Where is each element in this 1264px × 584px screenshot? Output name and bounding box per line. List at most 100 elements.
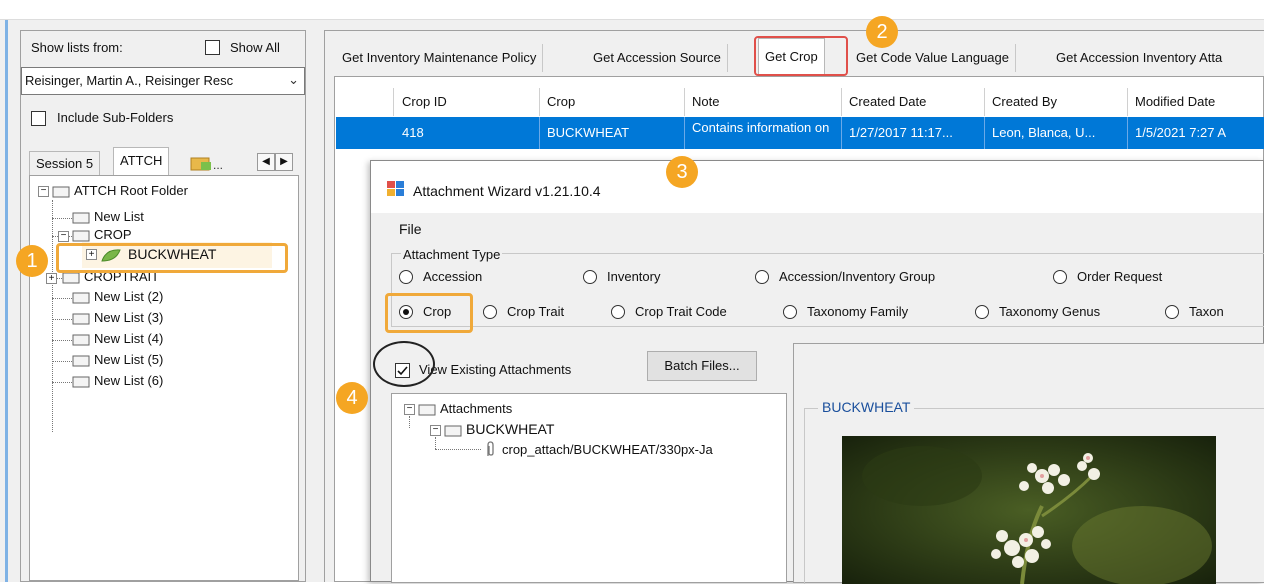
buckwheat-highlight-box bbox=[56, 243, 288, 273]
menu-file[interactable]: File bbox=[399, 221, 422, 237]
radio-accession-label: Accession bbox=[423, 269, 483, 284]
radio-order-request[interactable] bbox=[1053, 270, 1067, 284]
list-icon bbox=[72, 212, 90, 224]
col-header-created-date[interactable]: Created Date bbox=[843, 88, 985, 116]
col-header-crop-id[interactable]: Crop ID bbox=[396, 88, 540, 116]
list-icon bbox=[72, 313, 90, 325]
radio-taxon[interactable] bbox=[1165, 305, 1179, 319]
session-tabbar: Session 5 ATTCH ... ◀ ▶ bbox=[29, 147, 299, 175]
tree-item-new-list[interactable]: New List bbox=[94, 209, 144, 224]
include-subfolders-checkbox[interactable] bbox=[31, 111, 46, 126]
radio-taxonomy-genus-label: Taxonomy Genus bbox=[999, 304, 1101, 319]
chevron-down-icon: ⌄ bbox=[288, 72, 299, 87]
tree-item-new-list-4[interactable]: New List (4) bbox=[94, 331, 163, 346]
folder-icon bbox=[52, 186, 70, 198]
collapse-toggle-icon[interactable]: − bbox=[404, 404, 415, 415]
radio-crop-trait-code[interactable] bbox=[611, 305, 625, 319]
view-existing-circle-annotation bbox=[373, 341, 435, 387]
wizard-title: Attachment Wizard v1.21.10.4 bbox=[413, 183, 601, 199]
list-icon bbox=[72, 376, 90, 388]
list-icon bbox=[72, 292, 90, 304]
lists-panel: Show lists from: Show All Reisinger, Mar… bbox=[20, 30, 306, 582]
tab-label: Get Inventory Maintenance Policy bbox=[342, 50, 537, 65]
radio-accession-inventory-group[interactable] bbox=[755, 270, 769, 284]
tree-item-crop[interactable]: CROP bbox=[94, 227, 132, 239]
radio-taxonomy-family-label: Taxonomy Family bbox=[807, 304, 909, 319]
callout-badge-2: 2 bbox=[866, 16, 898, 48]
tab-attch[interactable]: ATTCH bbox=[113, 147, 170, 175]
radio-taxon-label: Taxon bbox=[1189, 304, 1224, 319]
tree-root-label[interactable]: ATTCH Root Folder bbox=[74, 183, 188, 198]
tab-label: Get Code Value Language bbox=[856, 50, 1009, 65]
cell-modified-date[interactable]: 1/5/2021 7:27 A bbox=[1129, 117, 1264, 149]
owner-select-value: Reisinger, Martin A., Reisinger Resc bbox=[25, 73, 234, 88]
batch-files-button[interactable]: Batch Files... bbox=[647, 351, 757, 381]
radio-accession[interactable] bbox=[399, 270, 413, 284]
radio-crop-trait[interactable] bbox=[483, 305, 497, 319]
attachments-folder-label[interactable]: BUCKWHEAT bbox=[466, 421, 554, 437]
radio-inventory[interactable] bbox=[583, 270, 597, 284]
attachment-wizard-window: Attachment Wizard v1.21.10.4 File Attach… bbox=[370, 160, 1264, 584]
collapse-toggle-icon[interactable]: − bbox=[58, 231, 69, 242]
tab-get-accession-inventory-atta[interactable]: Get Accession Inventory Atta bbox=[1050, 44, 1228, 72]
cell-crop-id[interactable]: 418 bbox=[396, 117, 540, 149]
left-edge-bar bbox=[5, 20, 8, 582]
preview-pane: BUCKWHEAT bbox=[793, 343, 1264, 584]
show-all-checkbox[interactable] bbox=[205, 40, 220, 55]
collapse-toggle-icon[interactable]: − bbox=[38, 186, 49, 197]
tab-label: Get Accession Inventory Atta bbox=[1056, 50, 1223, 65]
list-icon bbox=[72, 334, 90, 346]
tree-item-new-list-6[interactable]: New List (6) bbox=[94, 373, 163, 388]
expand-toggle-icon[interactable]: + bbox=[46, 273, 57, 284]
cell-note[interactable]: Contains information on bbox=[686, 117, 842, 149]
folder-add-icon: ... bbox=[190, 157, 223, 172]
wizard-titlebar: Attachment Wizard v1.21.10.4 bbox=[371, 161, 1263, 213]
radio-taxonomy-genus[interactable] bbox=[975, 305, 989, 319]
attachment-type-label: Attachment Type bbox=[401, 247, 503, 262]
attachments-root-label[interactable]: Attachments bbox=[440, 401, 512, 416]
callout-badge-1: 1 bbox=[16, 245, 48, 277]
col-header-modified-date[interactable]: Modified Date bbox=[1129, 88, 1264, 116]
crop-highlight-box bbox=[385, 293, 473, 333]
cell-created-date[interactable]: 1/27/2017 11:17... bbox=[843, 117, 985, 149]
tab-scroll-right-button[interactable]: ▶ bbox=[275, 153, 293, 171]
paperclip-icon bbox=[487, 441, 494, 456]
tab-highlight-box bbox=[754, 36, 848, 76]
buckwheat-photo bbox=[842, 436, 1216, 584]
tab-scroll-left-button[interactable]: ◀ bbox=[257, 153, 275, 171]
tree-item-new-list-2[interactable]: New List (2) bbox=[94, 289, 163, 304]
preview-label: BUCKWHEAT bbox=[818, 399, 915, 415]
attachment-file-label[interactable]: crop_attach/BUCKWHEAT/330px-Ja bbox=[502, 442, 713, 457]
collapse-toggle-icon[interactable]: − bbox=[430, 425, 441, 436]
col-header-note[interactable]: Note bbox=[686, 88, 842, 116]
tab-attch-label: ATTCH bbox=[120, 153, 163, 168]
show-lists-label: Show lists from: bbox=[31, 40, 123, 55]
cell-created-by[interactable]: Leon, Blanca, U... bbox=[986, 117, 1128, 149]
col-header-created-by[interactable]: Created By bbox=[986, 88, 1128, 116]
radio-taxonomy-family[interactable] bbox=[783, 305, 797, 319]
tab-session-5-label: Session 5 bbox=[36, 156, 94, 171]
owner-select[interactable]: Reisinger, Martin A., Reisinger Resc ⌄ bbox=[21, 67, 305, 95]
radio-order-request-label: Order Request bbox=[1077, 269, 1163, 284]
view-existing-label: View Existing Attachments bbox=[419, 362, 572, 377]
tree-item-new-list-3[interactable]: New List (3) bbox=[94, 310, 163, 325]
tab-get-code-value-language[interactable]: Get Code Value Language bbox=[850, 44, 1016, 72]
cell-crop[interactable]: BUCKWHEAT bbox=[541, 117, 685, 149]
tab-get-accession-source[interactable]: Get Accession Source bbox=[587, 44, 728, 72]
folder-add-tab[interactable]: ... bbox=[189, 153, 229, 173]
window-top-strip bbox=[0, 0, 1264, 20]
wizard-app-icon bbox=[387, 181, 404, 196]
include-subfolders-label: Include Sub-Folders bbox=[57, 110, 174, 125]
tree-item-new-list-5[interactable]: New List (5) bbox=[94, 352, 163, 367]
row-header-corner bbox=[336, 88, 394, 116]
svg-text:...: ... bbox=[213, 158, 223, 171]
folder-icon bbox=[444, 425, 462, 437]
col-header-crop[interactable]: Crop bbox=[541, 88, 685, 116]
tab-get-inventory-maintenance-policy[interactable]: Get Inventory Maintenance Policy bbox=[336, 44, 544, 72]
tab-label: Get Accession Source bbox=[593, 50, 721, 65]
tab-session-5[interactable]: Session 5 bbox=[29, 151, 101, 175]
folder-icon bbox=[72, 230, 90, 242]
callout-badge-3: 3 bbox=[666, 156, 698, 188]
application-window: Show lists from: Show All Reisinger, Mar… bbox=[0, 0, 1264, 584]
radio-crop-trait-label: Crop Trait bbox=[507, 304, 565, 319]
